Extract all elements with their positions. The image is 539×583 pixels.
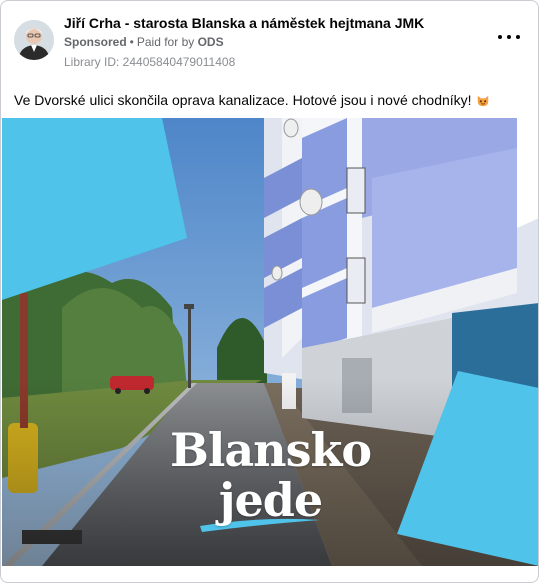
- post-text-row: Ve Dvorské ulici skončila oprava kanaliz…: [14, 92, 490, 108]
- ad-meta: Sponsored • Paid for by ODS: [64, 35, 224, 49]
- meta-separator: •: [129, 35, 134, 49]
- paid-prefix: Paid for by: [136, 35, 195, 49]
- more-options-icon[interactable]: [498, 29, 520, 45]
- cat-face-emoji-icon: [477, 95, 488, 107]
- paid-by-sponsor[interactable]: ODS: [198, 35, 224, 49]
- author-name[interactable]: Jiří Crha - starosta Blanska a náměstek …: [64, 15, 424, 31]
- library-id: Library ID: 24405840479011408: [64, 55, 236, 69]
- blansko-logo-line2: jede: [218, 473, 323, 527]
- sponsored-label[interactable]: Sponsored: [64, 35, 127, 49]
- ad-image[interactable]: Blansko jede: [2, 118, 538, 566]
- post-text: Ve Dvorské ulici skončila oprava kanaliz…: [14, 92, 472, 108]
- blansko-logo-line1: Blansko: [169, 423, 372, 477]
- ad-post-card: Jiří Crha - starosta Blanska a náměstek …: [0, 0, 539, 583]
- author-photo-icon: [14, 20, 54, 60]
- author-avatar[interactable]: [14, 20, 54, 60]
